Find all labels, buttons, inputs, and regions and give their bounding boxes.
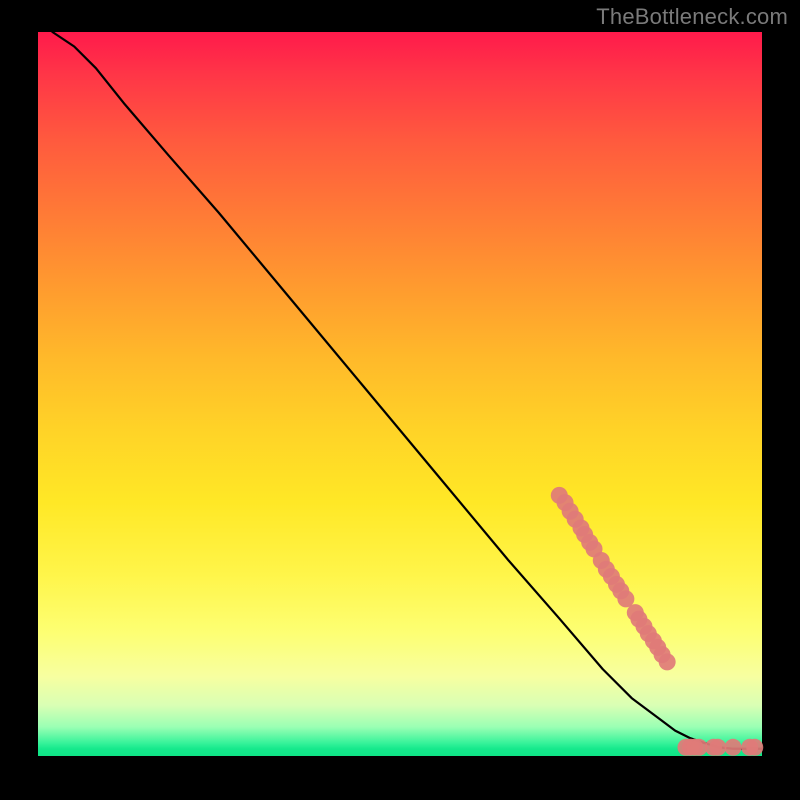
chart-frame: TheBottleneck.com: [0, 0, 800, 800]
attribution-label: TheBottleneck.com: [596, 4, 788, 30]
plot-area: [38, 32, 762, 756]
chart-svg: [38, 32, 762, 756]
marker-dots: [551, 487, 763, 756]
